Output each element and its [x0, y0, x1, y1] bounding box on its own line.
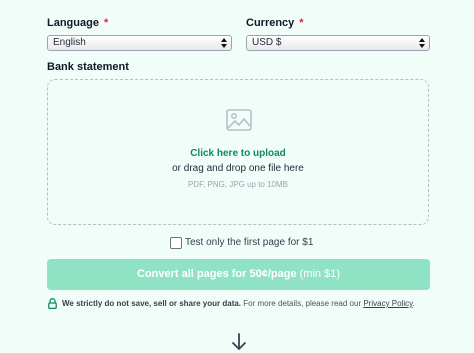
- privacy-end: .: [412, 299, 415, 308]
- upload-formats-text: PDF, PNG, JPG up to 10MB: [187, 180, 289, 189]
- convert-button-label: Convert all pages for 50¢/page: [137, 268, 297, 280]
- image-icon: [226, 109, 252, 131]
- language-select[interactable]: English: [47, 35, 232, 51]
- currency-required-mark: *: [299, 17, 304, 29]
- lock-icon: [48, 298, 57, 309]
- arrow-down-icon: [232, 333, 246, 350]
- currency-label-text: Currency: [246, 17, 295, 29]
- upload-click-link[interactable]: Click here to upload: [48, 148, 428, 159]
- privacy-policy-link[interactable]: Privacy Policy: [363, 299, 412, 308]
- currency-label: Currency *: [246, 17, 304, 29]
- language-label-text: Language: [47, 17, 99, 29]
- convert-button[interactable]: Convert all pages for 50¢/page (min $1): [47, 259, 430, 290]
- test-first-page-label: Test only the first page for $1: [185, 237, 314, 248]
- upload-dropzone[interactable]: Click here to upload or drag and drop on…: [47, 79, 429, 225]
- language-select-value: English: [53, 37, 86, 48]
- upload-drag-text: or drag and drop one file here: [172, 163, 304, 174]
- privacy-text: For more details, please read our: [243, 299, 362, 308]
- select-arrows-icon: [419, 38, 425, 48]
- test-first-page-checkbox[interactable]: [170, 237, 182, 249]
- privacy-notice: We strictly do not save, sell or share y…: [62, 299, 415, 308]
- currency-select-value: USD $: [252, 37, 282, 48]
- currency-select[interactable]: USD $: [246, 35, 430, 51]
- bank-statement-label: Bank statement: [47, 61, 129, 73]
- convert-button-min: (min $1): [299, 268, 340, 280]
- select-arrows-icon: [221, 38, 227, 48]
- language-label: Language *: [47, 17, 108, 29]
- language-required-mark: *: [103, 17, 109, 29]
- privacy-strong-text: We strictly do not save, sell or share y…: [62, 299, 242, 308]
